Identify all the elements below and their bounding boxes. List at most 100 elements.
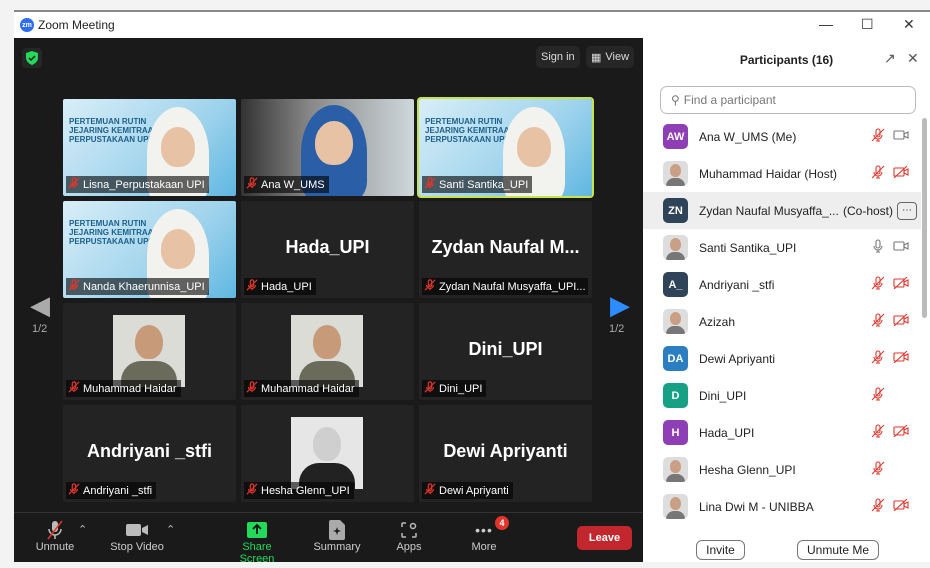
participant-name-display: Dewi Apriyanti xyxy=(443,441,568,461)
mic-muted-icon[interactable] xyxy=(871,276,885,293)
tile-name-label: Zydan Naufal Musyaffa_UPI... xyxy=(422,278,588,295)
participant-row[interactable]: ZN Zydan Naufal Musyaffa_... (Co-host) ⋯ xyxy=(643,192,921,229)
mic-muted-icon xyxy=(246,381,258,396)
participant-row[interactable]: A_ Andriyani _stfi xyxy=(643,266,921,303)
mic-muted-icon xyxy=(424,279,436,294)
participant-row[interactable]: Muhammad Haidar (Host) xyxy=(643,155,921,192)
tile-name: Andriyani _stfi xyxy=(83,484,153,497)
mic-muted-icon[interactable] xyxy=(871,313,885,330)
tile-name-label: Muhammad Haidar xyxy=(244,380,359,397)
tile-name-label: Nanda Khaerunnisa_UPI xyxy=(66,278,209,295)
participant-row[interactable]: D Dini_UPI xyxy=(643,377,921,414)
close-panel-icon[interactable]: ✕ xyxy=(907,50,919,67)
view-button[interactable]: ▦ View xyxy=(586,46,635,68)
video-tile[interactable]: Ana W_UMS xyxy=(241,99,414,196)
video-tile[interactable]: Zydan Naufal M... Zydan Naufal Musyaffa_U… xyxy=(419,201,592,298)
video-off-icon xyxy=(893,498,909,514)
unmute-me-button[interactable]: Unmute Me xyxy=(797,540,879,560)
tile-name: Dewi Apriyanti xyxy=(439,484,509,497)
mic-muted-icon[interactable] xyxy=(871,128,885,145)
video-tile[interactable]: PERTEMUAN RUTIN JEJARING KEMITRAAN PERPU… xyxy=(417,97,594,198)
mic-muted-icon xyxy=(424,483,436,498)
mic-muted-icon xyxy=(424,381,436,396)
mic-muted-icon[interactable] xyxy=(871,461,885,478)
view-label: View xyxy=(605,51,630,63)
participant-row[interactable]: Lina Dwi M - UNIBBA xyxy=(643,488,921,525)
search-placeholder: Find a participant xyxy=(683,93,776,107)
avatar xyxy=(663,161,688,186)
tile-name: Zydan Naufal Musyaffa_UPI... xyxy=(439,280,586,293)
unmute-label: Unmute xyxy=(35,541,75,553)
find-participant-input[interactable]: ⚲ Find a participant xyxy=(660,86,916,114)
banner-text: PERTEMUAN RUTIN JEJARING KEMITRAAN PERPU… xyxy=(425,117,516,144)
mic-muted-icon[interactable] xyxy=(871,350,885,367)
prev-page-arrow-icon[interactable]: ◀ xyxy=(30,290,50,321)
participant-name: Dewi Apriyanti xyxy=(699,351,776,366)
participant-row[interactable]: Hesha Glenn_UPI xyxy=(643,451,921,488)
zoom-window: zm Zoom Meeting — ☐ ✕ Sign in ▦ View PERT… xyxy=(14,10,930,565)
mic-muted-icon[interactable] xyxy=(871,387,885,404)
profile-photo xyxy=(291,315,363,387)
next-page-arrow-icon[interactable]: ▶ xyxy=(610,290,630,321)
participant-name-display: Hada_UPI xyxy=(285,237,370,257)
co-host-role: (Co-host) xyxy=(842,203,893,218)
invite-button[interactable]: Invite xyxy=(696,540,745,560)
participant-name: Muhammad Haidar (Host) xyxy=(699,166,838,181)
participant-row[interactable]: H Hada_UPI xyxy=(643,414,921,451)
more-options-button[interactable]: ⋯ xyxy=(897,201,917,220)
mic-muted-icon xyxy=(34,519,76,541)
participant-row[interactable]: Santi Santika_UPI xyxy=(643,229,921,266)
participant-name: Andriyani _stfi xyxy=(699,277,775,292)
share-screen-label: Share Screen xyxy=(239,541,275,565)
more-label: More xyxy=(471,541,497,553)
video-off-icon xyxy=(893,165,909,181)
video-tile[interactable]: PERTEMUAN RUTIN JEJARING KEMITRAAN PERPU… xyxy=(63,201,236,298)
avatar: DA xyxy=(663,346,688,371)
participant-row[interactable]: AW Ana W_UMS (Me) xyxy=(643,118,921,155)
share-screen-button[interactable]: Share Screen xyxy=(224,519,290,565)
participant-row[interactable]: DA Dewi Apriyanti xyxy=(643,340,921,377)
video-tile[interactable]: Dini_UPI Dini_UPI xyxy=(419,303,592,400)
grid-icon: ▦ xyxy=(591,51,602,64)
maximize-button[interactable]: ☐ xyxy=(861,16,874,33)
summary-button[interactable]: Summary xyxy=(312,519,362,553)
banner-text: PERTEMUAN RUTIN JEJARING KEMITRAAN PERPU… xyxy=(69,219,160,246)
participant-name: Zydan Naufal Musyaffa_... xyxy=(699,203,839,218)
video-tile[interactable]: Muhammad Haidar xyxy=(63,303,236,400)
audio-options-caret-icon[interactable]: ⌃ xyxy=(78,523,87,536)
minimize-button[interactable]: — xyxy=(819,16,833,32)
tile-name-label: Dewi Apriyanti xyxy=(422,482,513,499)
participant-row[interactable]: Azizah xyxy=(643,303,921,340)
tile-name-label: Hada_UPI xyxy=(244,278,316,295)
video-tile[interactable]: Hesha Glenn_UPI xyxy=(241,405,414,502)
unmute-button[interactable]: Unmute xyxy=(34,519,76,553)
close-window-button[interactable]: ✕ xyxy=(903,16,915,33)
mic-muted-icon xyxy=(68,279,80,294)
security-shield-icon[interactable] xyxy=(22,48,42,68)
video-tile[interactable]: PERTEMUAN RUTIN JEJARING KEMITRAAN PERPU… xyxy=(63,99,236,196)
video-tile[interactable]: Dewi Apriyanti Dewi Apriyanti xyxy=(419,405,592,502)
mic-muted-icon xyxy=(68,381,80,396)
mic-muted-icon[interactable] xyxy=(871,165,885,182)
video-options-caret-icon[interactable]: ⌃ xyxy=(166,523,175,536)
tile-name: Nanda Khaerunnisa_UPI xyxy=(83,280,205,293)
video-tile[interactable]: Hada_UPI Hada_UPI xyxy=(241,201,414,298)
video-off-icon xyxy=(893,350,909,366)
video-tile[interactable]: Muhammad Haidar xyxy=(241,303,414,400)
summary-document-icon xyxy=(312,519,362,541)
mic-muted-icon[interactable] xyxy=(871,498,885,515)
participant-list-scrollbar[interactable] xyxy=(922,118,927,318)
stop-video-button[interactable]: Stop Video xyxy=(109,519,165,553)
video-tile[interactable]: Andriyani _stfi Andriyani _stfi xyxy=(63,405,236,502)
mic-muted-icon xyxy=(246,483,258,498)
leave-button[interactable]: Leave xyxy=(577,526,632,550)
mic-icon[interactable] xyxy=(871,239,885,256)
sign-in-button[interactable]: Sign in xyxy=(536,46,580,68)
more-notification-badge: 4 xyxy=(495,516,509,530)
apps-button[interactable]: Apps xyxy=(392,519,426,553)
participant-name-display: Andriyani _stfi xyxy=(86,441,213,461)
mic-muted-icon[interactable] xyxy=(871,424,885,441)
zoom-logo-icon: zm xyxy=(20,18,34,32)
avatar xyxy=(663,309,688,334)
pop-out-icon[interactable]: ↗ xyxy=(884,50,896,67)
